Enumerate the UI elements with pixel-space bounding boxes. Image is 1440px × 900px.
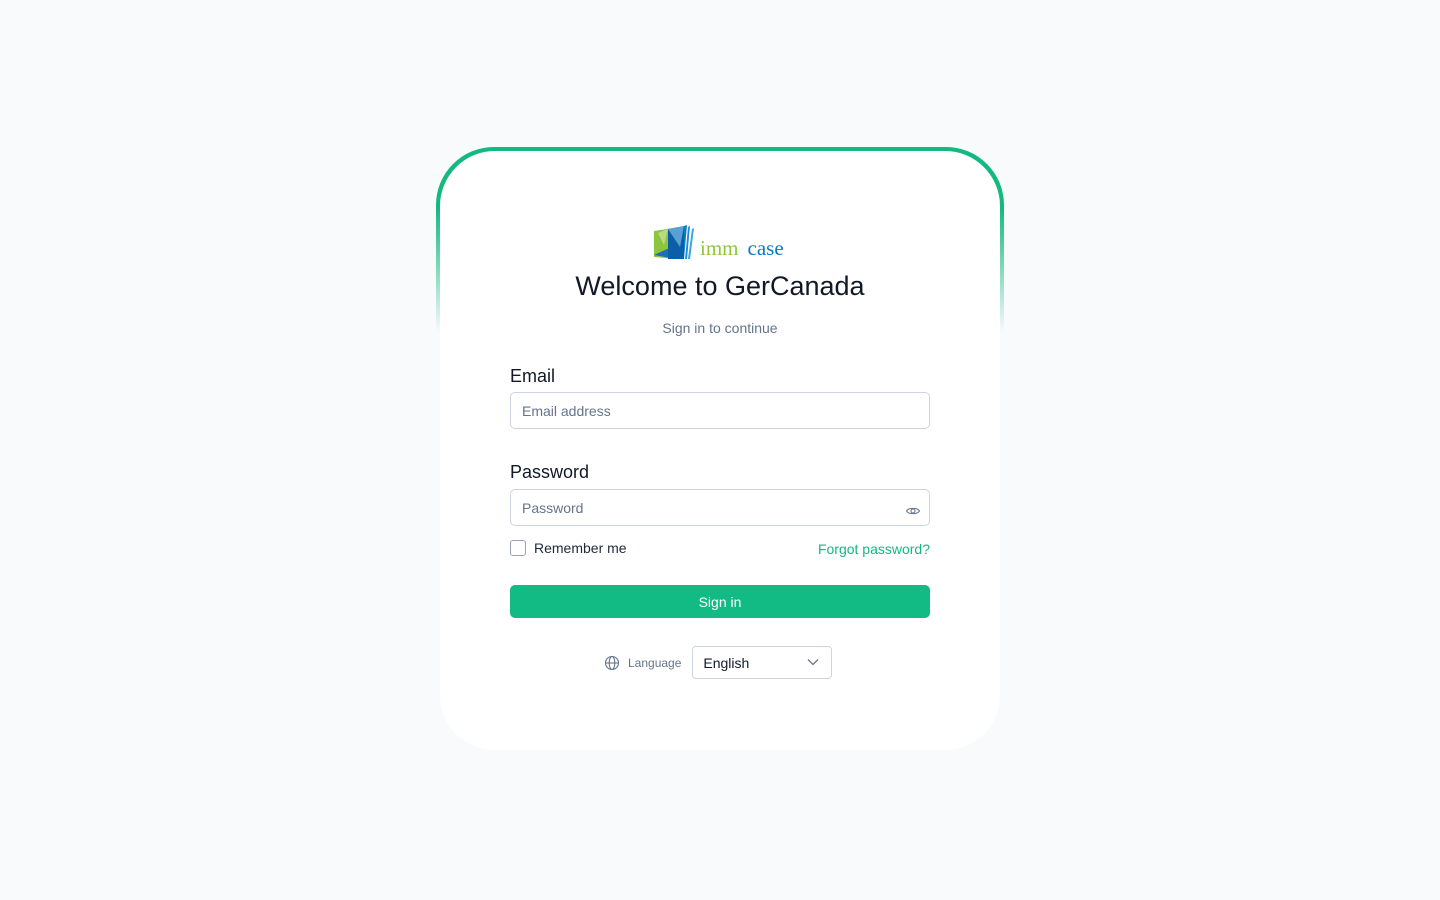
remember-me-checkbox[interactable]: [510, 540, 526, 556]
remember-me-option[interactable]: Remember me: [510, 540, 627, 556]
language-selector-row: Language English: [604, 646, 833, 679]
logo-mark-icon: [654, 225, 694, 259]
language-select[interactable]: English: [692, 646, 833, 679]
page-title: Welcome to GerCanada: [575, 271, 865, 301]
password-input[interactable]: [510, 489, 930, 526]
language-selected-value: English: [703, 654, 750, 671]
brand-logo: imm case: [654, 221, 784, 261]
login-card: imm case Welcome to GerCanada Sign in to…: [440, 151, 1000, 750]
logo-word-case: case: [747, 236, 784, 260]
email-input[interactable]: [510, 392, 930, 429]
logo-word-imm: imm: [700, 236, 739, 260]
login-card-frame: imm case Welcome to GerCanada Sign in to…: [436, 147, 1004, 750]
globe-icon: [604, 655, 620, 670]
page-subtitle: Sign in to continue: [662, 320, 778, 336]
password-label: Password: [510, 462, 590, 482]
remember-me-label: Remember me: [534, 540, 627, 556]
forgot-password-link[interactable]: Forgot password?: [818, 541, 930, 557]
sign-in-button[interactable]: Sign in: [510, 585, 930, 618]
language-label: Language: [628, 655, 682, 670]
email-label: Email: [510, 366, 556, 386]
chevron-down-icon: [807, 659, 819, 666]
show-password-eye-icon[interactable]: [905, 503, 921, 519]
